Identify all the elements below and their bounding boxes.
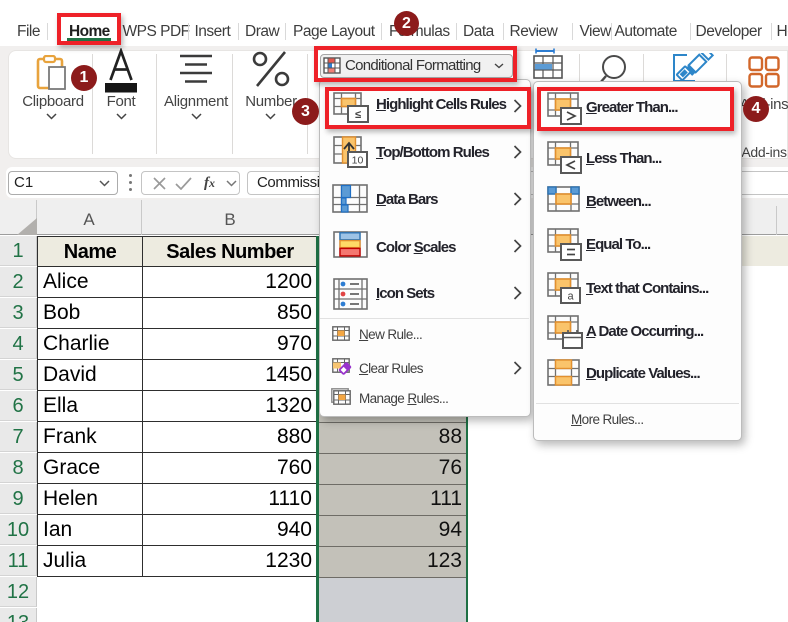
svg-text:10: 10 (352, 155, 364, 167)
svg-text:a: a (567, 291, 574, 303)
